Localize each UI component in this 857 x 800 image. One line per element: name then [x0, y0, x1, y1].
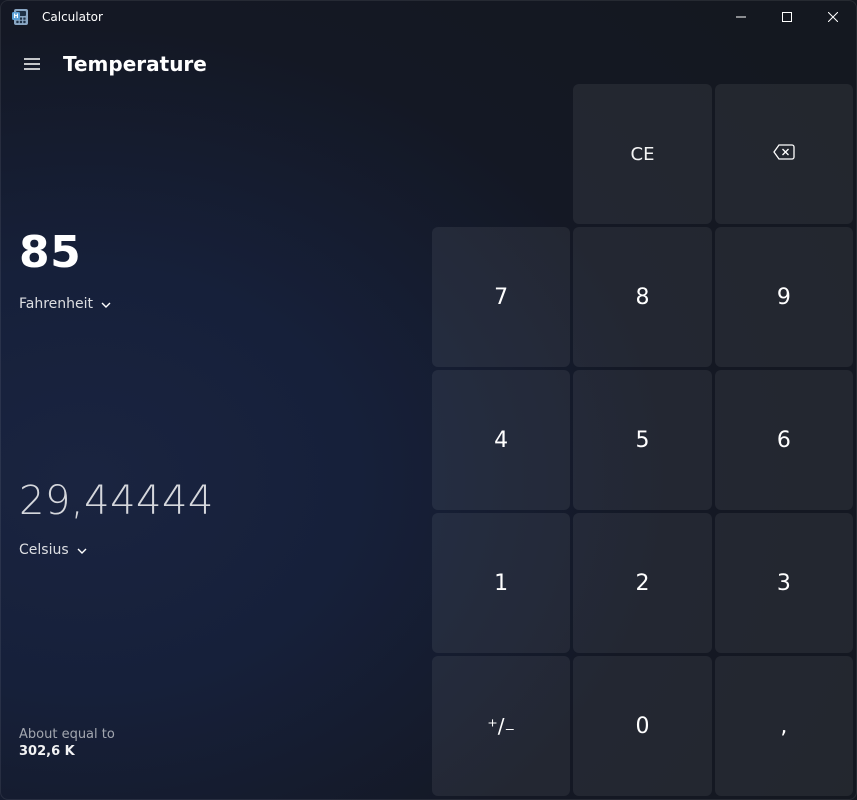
digit-9-button[interactable]: 9	[715, 227, 853, 367]
digit-4-button[interactable]: 4	[432, 370, 570, 510]
keypad: CE 7 8 9 4 5 6 1 2 3 ⁺/₋ 0 ,	[432, 81, 856, 799]
chevron-down-icon	[77, 542, 87, 558]
digit-3-button[interactable]: 3	[715, 513, 853, 653]
navigation-menu-button[interactable]	[15, 47, 49, 81]
clear-entry-button[interactable]: CE	[573, 84, 711, 224]
titlebar: H Calculator	[1, 1, 856, 33]
to-value-block[interactable]: 29,44444 Celsius	[19, 478, 432, 558]
about-equal-block: About equal to 302,6 K	[19, 727, 115, 759]
digit-5-button[interactable]: 5	[573, 370, 711, 510]
plus-minus-button[interactable]: ⁺/₋	[432, 656, 570, 796]
minimize-button[interactable]	[718, 1, 764, 33]
svg-text:H: H	[13, 13, 18, 20]
app-icon: H	[10, 6, 32, 28]
mode-title: Temperature	[63, 52, 207, 76]
to-value: 29,44444	[19, 478, 432, 524]
from-value-block[interactable]: 85 Fahrenheit	[19, 227, 432, 312]
digit-0-button[interactable]: 0	[573, 656, 711, 796]
digit-2-button[interactable]: 2	[573, 513, 711, 653]
from-value: 85	[19, 227, 432, 278]
backspace-button[interactable]	[715, 84, 853, 224]
backspace-icon	[773, 144, 795, 165]
window-controls	[718, 1, 856, 33]
maximize-button[interactable]	[764, 1, 810, 33]
from-unit-select[interactable]: Fahrenheit	[19, 296, 111, 312]
from-unit-label: Fahrenheit	[19, 296, 93, 312]
decimal-button[interactable]: ,	[715, 656, 853, 796]
digit-1-button[interactable]: 1	[432, 513, 570, 653]
chevron-down-icon	[101, 296, 111, 312]
app-title: Calculator	[42, 10, 103, 24]
conversion-pane: 85 Fahrenheit 29,44444 Celsius	[1, 81, 432, 799]
app-window: H Calculator Temperature	[0, 0, 857, 800]
content-area: 85 Fahrenheit 29,44444 Celsius	[1, 81, 856, 799]
mode-header: Temperature	[1, 33, 856, 81]
digit-7-button[interactable]: 7	[432, 227, 570, 367]
close-button[interactable]	[810, 1, 856, 33]
about-equal-value: 302,6 K	[19, 744, 115, 759]
about-equal-label: About equal to	[19, 727, 115, 742]
digit-8-button[interactable]: 8	[573, 227, 711, 367]
to-unit-select[interactable]: Celsius	[19, 542, 87, 558]
to-unit-label: Celsius	[19, 542, 69, 558]
digit-6-button[interactable]: 6	[715, 370, 853, 510]
keypad-spacer	[432, 84, 570, 224]
